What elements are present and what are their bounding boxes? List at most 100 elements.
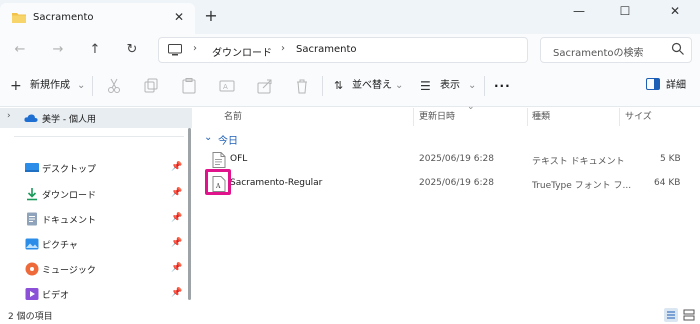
sidebar-item-label: ドキュメント [42, 216, 97, 226]
computer-icon [168, 44, 182, 56]
chevron-down-icon[interactable]: ⌄ [204, 132, 212, 143]
file-modified: 2025/06/19 6:28 [419, 154, 494, 164]
tab-close-icon[interactable]: ✕ [172, 10, 186, 24]
sidebar-item-onedrive[interactable]: › 美学 - 個人用 [0, 108, 192, 128]
file-size: 64 KB [654, 178, 681, 188]
sidebar-item-pictures[interactable]: ピクチャ 📌 [0, 234, 186, 254]
sidebar-item-label: 美学 - 個人用 [42, 115, 96, 125]
more-options-button[interactable]: ··· [494, 76, 511, 96]
details-pane-icon [646, 78, 660, 90]
breadcrumb-sacramento[interactable]: Sacramento [296, 44, 356, 55]
text-file-icon [212, 152, 226, 168]
file-type: TrueType フォント フ... [532, 181, 632, 191]
file-type: テキスト ドキュメント [532, 157, 625, 167]
details-view-icon[interactable] [664, 308, 678, 322]
column-header-name[interactable]: 名前 [224, 110, 242, 128]
search-placeholder: Sacramentoの検索 [553, 48, 644, 59]
tab-sacramento[interactable]: Sacramento ✕ [0, 3, 195, 34]
new-button[interactable]: 新規作成 [30, 76, 70, 96]
navigation-bar: ← → ↑ ↻ › ダウンロード › Sacramento Sacramento… [0, 34, 700, 66]
breadcrumb-downloads[interactable]: ダウンロード [212, 44, 272, 59]
sidebar-scrollbar[interactable] [188, 128, 191, 300]
copy-icon[interactable] [142, 77, 160, 95]
highlight-box [205, 169, 231, 195]
sidebar-item-label: デスクトップ [42, 165, 97, 175]
file-modified: 2025/06/19 6:28 [419, 178, 494, 188]
chevron-right-icon: › [193, 43, 197, 54]
sidebar-item-documents[interactable]: ドキュメント 📌 [0, 209, 186, 229]
divider [92, 76, 93, 96]
sidebar-item-label: ミュージック [42, 266, 96, 276]
sidebar-item-label: ビデオ [42, 291, 70, 301]
new-tab-button[interactable]: + [203, 8, 219, 24]
status-bar: 2 個の項目 [0, 306, 700, 324]
column-divider[interactable] [619, 108, 620, 126]
table-row[interactable]: A Sacramento-Regular 2025/06/19 6:28 Tru… [194, 174, 700, 194]
document-icon [27, 212, 37, 226]
tiles-view-icon[interactable] [682, 308, 696, 322]
paste-icon[interactable] [180, 77, 198, 95]
up-icon[interactable]: ↑ [85, 40, 105, 60]
item-count: 2 個の項目 [8, 312, 53, 322]
column-divider[interactable] [527, 108, 528, 126]
folder-icon [12, 13, 26, 23]
minimize-button[interactable]: — [556, 0, 602, 26]
delete-icon[interactable] [293, 77, 311, 95]
svg-text:A: A [223, 83, 228, 91]
video-icon [25, 288, 39, 300]
cloud-icon [24, 114, 38, 122]
forward-icon[interactable]: → [48, 40, 68, 60]
sidebar-item-label: ダウンロード [42, 191, 97, 201]
pin-icon[interactable]: 📌 [171, 213, 182, 223]
chevron-down-icon: ⌄ [468, 80, 477, 91]
table-row[interactable]: OFL 2025/06/19 6:28 テキスト ドキュメント 5 KB [194, 150, 700, 170]
divider [484, 76, 485, 96]
refresh-icon[interactable]: ↻ [122, 40, 142, 60]
file-name: Sacramento-Regular [230, 178, 323, 188]
sidebar-item-label: ピクチャ [42, 241, 78, 251]
rename-icon[interactable]: A [218, 77, 236, 95]
navigation-pane: › 美学 - 個人用 デスクトップ 📌 ダウンロード 📌 ドキュメント 📌 ピク… [0, 108, 192, 306]
search-icon [671, 42, 684, 55]
chevron-right-icon[interactable]: › [7, 111, 11, 121]
title-bar: Sacramento ✕ + — ☐ ✕ [0, 0, 700, 34]
pin-icon[interactable]: 📌 [171, 288, 182, 298]
file-name: OFL [230, 154, 248, 164]
maximize-button[interactable]: ☐ [602, 0, 648, 26]
chevron-right-icon: › [281, 43, 285, 54]
sort-button[interactable]: 並べ替え [352, 76, 392, 96]
pin-icon[interactable]: 📌 [171, 162, 182, 172]
view-icon: ☰ [420, 79, 431, 93]
sidebar-item-music[interactable]: ミュージック 📌 [0, 259, 186, 279]
picture-icon [25, 238, 39, 250]
divider [14, 136, 184, 137]
view-button[interactable]: 表示 [440, 76, 460, 96]
download-icon [27, 188, 37, 201]
command-bar: + 新規作成 ⌄ A ⇅ 並べ替え ⌄ ☰ 表示 ⌄ ··· 詳細 [0, 66, 700, 107]
share-icon[interactable] [256, 77, 274, 95]
close-button[interactable]: ✕ [652, 0, 698, 26]
file-size: 5 KB [660, 154, 681, 164]
column-header-size[interactable]: サイズ [625, 110, 652, 128]
pin-icon[interactable]: 📌 [171, 263, 182, 273]
details-button[interactable]: 詳細 [666, 76, 686, 96]
search-box[interactable]: Sacramentoの検索 [540, 37, 692, 63]
address-bar[interactable]: › ダウンロード › Sacramento [158, 37, 528, 63]
pin-icon[interactable]: 📌 [171, 188, 182, 198]
column-header-type[interactable]: 種類 [532, 110, 550, 128]
divider [322, 76, 323, 96]
sort-chevron-icon: ⌄ [467, 102, 475, 112]
sidebar-item-videos[interactable]: ビデオ 📌 [0, 284, 186, 304]
sidebar-item-desktop[interactable]: デスクトップ 📌 [0, 158, 186, 178]
cut-icon[interactable] [105, 77, 123, 95]
chevron-down-icon: ⌄ [395, 80, 404, 91]
music-icon [25, 262, 39, 276]
pin-icon[interactable]: 📌 [171, 238, 182, 248]
sort-icon: ⇅ [334, 79, 344, 92]
column-divider[interactable] [413, 108, 414, 126]
sidebar-item-downloads[interactable]: ダウンロード 📌 [0, 184, 186, 204]
back-icon[interactable]: ← [10, 40, 30, 60]
tab-title: Sacramento [33, 12, 94, 23]
column-header-modified[interactable]: 更新日時 [419, 110, 455, 128]
file-list: 名前 ⌄ 更新日時 種類 サイズ ⌄ 今日 OFL 2025/06/19 6:2… [194, 102, 700, 306]
